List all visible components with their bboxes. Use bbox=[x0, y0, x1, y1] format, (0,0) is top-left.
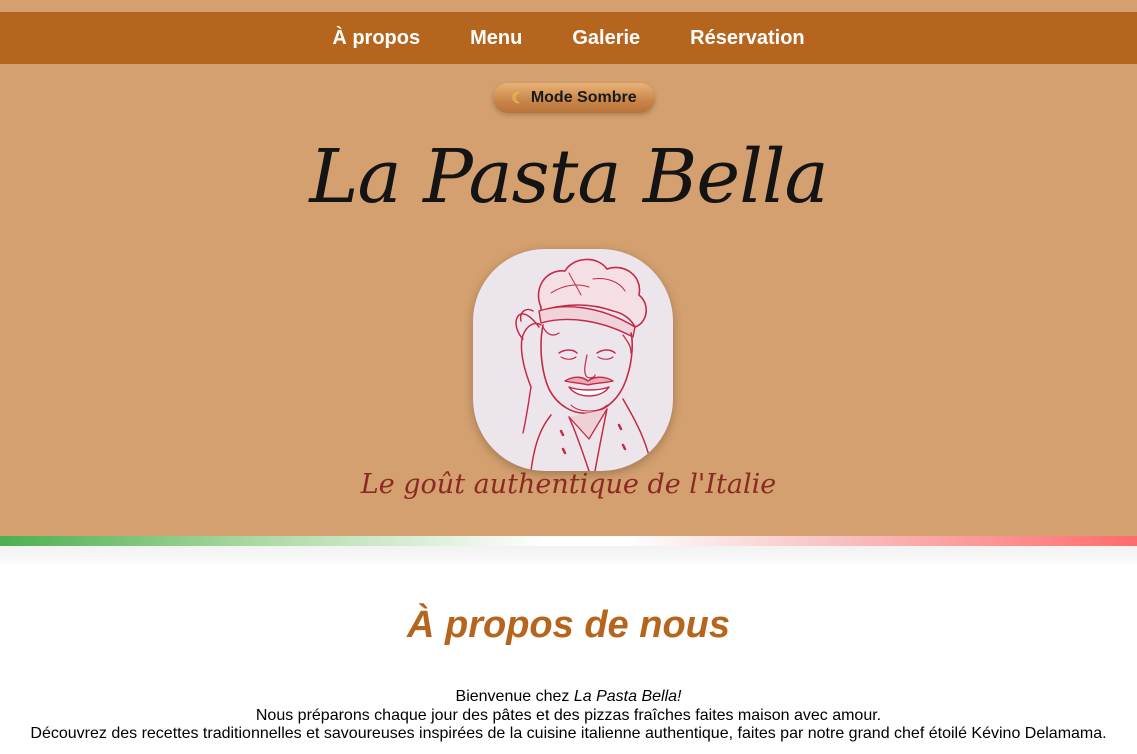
chef-sketch-illustration bbox=[515, 258, 654, 471]
about-line-2: Nous préparons chaque jour des pâtes et … bbox=[255, 706, 882, 724]
main-navbar: À propos Menu Galerie Réservation bbox=[0, 12, 1137, 64]
dark-mode-toggle-button[interactable]: ☾ Mode Sombre bbox=[493, 83, 655, 113]
nav-link-reservation[interactable]: Réservation bbox=[690, 27, 805, 50]
about-restaurant-name: La Pasta Bella! bbox=[573, 688, 682, 705]
about-line-3: Découvrez des recettes traditionnelles e… bbox=[30, 725, 1107, 742]
chef-portrait-image bbox=[473, 249, 673, 471]
top-strip bbox=[0, 0, 1137, 12]
about-section-title: À propos de nous bbox=[407, 604, 730, 646]
nav-link-a-propos[interactable]: À propos bbox=[332, 27, 420, 50]
nav-link-galerie[interactable]: Galerie bbox=[572, 27, 640, 50]
about-welcome-prefix: Bienvenue chez bbox=[455, 688, 574, 705]
italian-flag-stripe bbox=[0, 536, 1137, 546]
site-title: La Pasta Bella bbox=[309, 134, 828, 220]
hero-section: ☾ Mode Sombre La Pasta Bella Le goût aut… bbox=[0, 64, 1137, 536]
moon-icon: ☾ bbox=[511, 90, 525, 107]
dark-mode-label: Mode Sombre bbox=[530, 89, 637, 106]
nav-link-menu[interactable]: Menu bbox=[470, 27, 522, 50]
about-text: Bienvenue chez La Pasta Bella! Nous prép… bbox=[0, 688, 1137, 744]
section-divider bbox=[0, 546, 1137, 566]
hero-tagline: Le goût authentique de l'Italie bbox=[360, 469, 777, 500]
